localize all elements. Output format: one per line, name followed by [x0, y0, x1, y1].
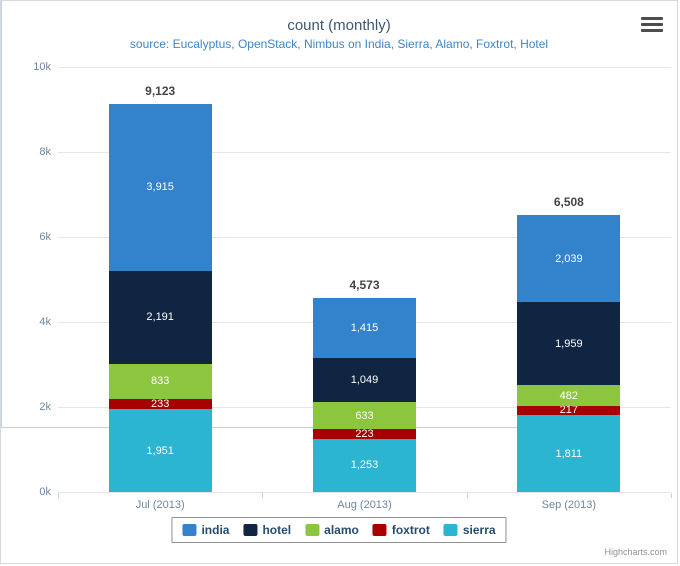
bar-segment-value: 1,049	[350, 374, 379, 387]
chart-container: count (monthly) source: Eucalyptus, Open…	[0, 0, 678, 564]
bar-segment-alamo[interactable]: 833	[108, 363, 212, 400]
legend-item-india[interactable]: india	[182, 523, 229, 537]
bar-segment-hotel[interactable]: 1,049	[313, 357, 416, 403]
legend-item-alamo[interactable]: alamo	[305, 523, 359, 537]
x-axis-tick	[262, 493, 264, 498]
x-axis-tick	[466, 493, 468, 498]
legend-label: alamo	[324, 523, 359, 537]
bar-stack[interactable]: 1,253 223 633 1,049 1,415 4,573	[313, 67, 416, 492]
x-axis-tick	[671, 493, 672, 498]
bar-segment-india[interactable]: 2,039	[517, 215, 621, 303]
bar-segment-sierra[interactable]: 1,253	[313, 438, 416, 492]
hamburger-menu-icon[interactable]	[641, 17, 663, 35]
credits-label: Highcharts.com	[604, 547, 667, 557]
chart-title: count (monthly)	[287, 17, 391, 34]
bar-segment-alamo[interactable]: 482	[517, 385, 621, 406]
y-axis-tick-label: 10k	[33, 61, 51, 73]
legend-swatch-india	[182, 524, 197, 536]
bar-total-label: 9,123	[145, 84, 176, 99]
bar-segment-value: 1,253	[350, 459, 379, 472]
chart-legend: india hotel alamo foxtrot sierra	[171, 517, 507, 543]
y-axis-tick-label: 6k	[39, 231, 51, 243]
bar-stack[interactable]: 1,951 233 833 2,191 3,915 9,123	[108, 67, 212, 492]
x-axis-tick-label: Aug (2013)	[337, 499, 392, 511]
bar-segment-hotel[interactable]: 1,959	[517, 302, 621, 386]
bar-segment-india[interactable]: 1,415	[313, 297, 416, 358]
bar-segment-value: 1,959	[555, 337, 583, 350]
bar-segment-alamo[interactable]: 633	[313, 402, 416, 430]
x-axis-tick-label: Sep (2013)	[541, 499, 597, 511]
bar-segment-value: 1,951	[146, 444, 174, 457]
chart-subtitle: source: Eucalyptus, OpenStack, Nimbus on…	[129, 37, 549, 51]
menu-bar-1	[641, 17, 663, 20]
y-axis-tick-label: 0k	[39, 486, 51, 498]
legend-label: foxtrot	[391, 523, 430, 537]
bar-segment-value: 482	[559, 389, 578, 402]
bar-segment-sierra[interactable]: 1,811	[517, 415, 621, 492]
legend-label: sierra	[462, 523, 496, 537]
y-axis-labels: 0k 2k 4k 6k 8k 10k	[1, 61, 51, 498]
legend-swatch-alamo	[305, 524, 320, 536]
grid-line	[58, 492, 671, 493]
bar-segment-value: 3,915	[146, 181, 174, 194]
bar-segment-value: 633	[355, 409, 374, 422]
bar-total-label: 6,508	[553, 195, 584, 210]
bar-segment-value: 2,039	[555, 252, 583, 265]
x-axis-tick	[58, 493, 59, 498]
y-axis-tick-label: 2k	[39, 401, 51, 413]
menu-bar-2	[641, 23, 663, 26]
menu-bar-3	[641, 29, 663, 32]
bar-segment-foxtrot[interactable]: 233	[108, 398, 212, 411]
x-axis-tick-label: Jul (2013)	[135, 499, 185, 511]
bar-segment-value: 833	[150, 375, 170, 388]
plot-area: 1,951 233 833 2,191 3,915 9,123 1,253 223 633 1,0…	[58, 67, 671, 493]
bar-segment-sierra[interactable]: 1,951	[108, 409, 212, 492]
legend-item-foxtrot[interactable]: foxtrot	[372, 523, 430, 537]
bar-segment-hotel[interactable]: 2,191	[108, 270, 212, 364]
bar-segment-value: 233	[150, 398, 170, 411]
bar-segment-foxtrot[interactable]: 223	[313, 428, 416, 441]
y-axis-tick-label: 8k	[39, 146, 51, 158]
y-axis-tick-label: 4k	[39, 316, 51, 328]
bar-segment-value: 1,811	[555, 447, 583, 460]
bar-segment-foxtrot[interactable]: 217	[517, 404, 621, 417]
legend-swatch-hotel	[243, 524, 258, 536]
bar-segment-value: 1,415	[350, 321, 379, 334]
bar-segment-value: 223	[355, 428, 374, 441]
bar-segment-value: 217	[559, 404, 578, 417]
legend-label: hotel	[262, 523, 292, 537]
legend-item-hotel[interactable]: hotel	[243, 523, 291, 537]
bar-stack[interactable]: 1,811 217 482 1,959 2,039 6,508	[517, 67, 621, 492]
legend-label: india	[201, 523, 230, 537]
bar-segment-value: 2,191	[146, 311, 174, 324]
bar-total-label: 4,573	[349, 277, 380, 292]
legend-item-sierra[interactable]: sierra	[443, 523, 496, 537]
legend-swatch-foxtrot	[372, 524, 387, 536]
legend-swatch-sierra	[443, 524, 458, 536]
bar-segment-india[interactable]: 3,915	[108, 104, 212, 271]
